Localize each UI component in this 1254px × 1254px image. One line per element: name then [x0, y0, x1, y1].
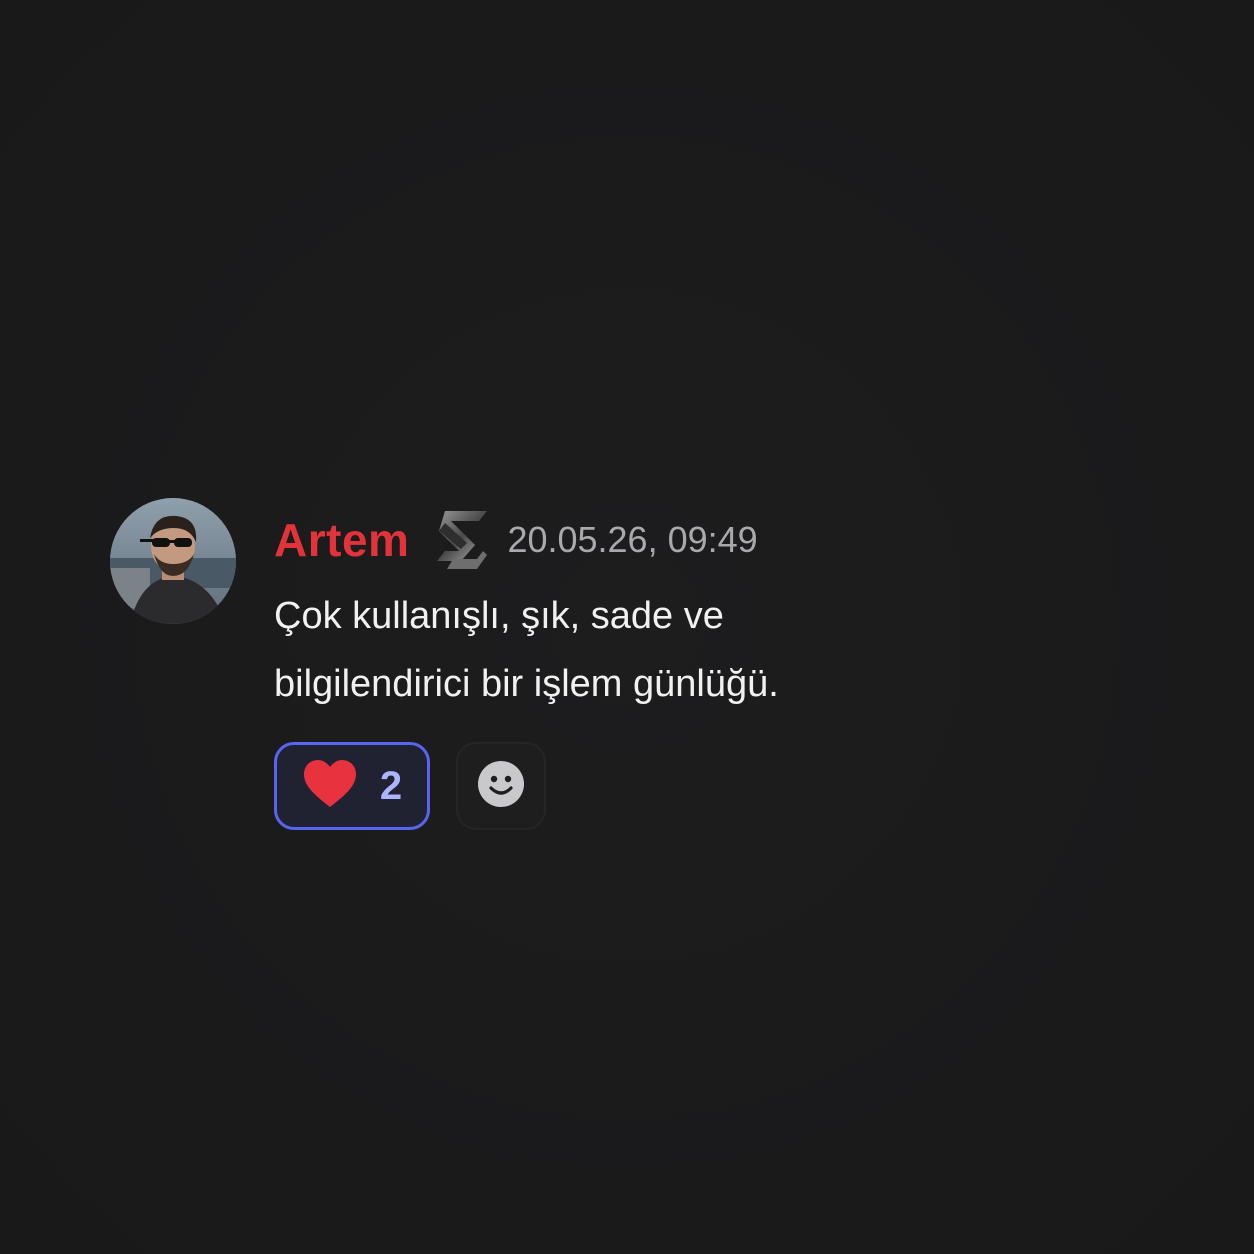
s-logo-icon[interactable]	[433, 509, 489, 571]
message-body-line: Çok kullanışlı, şık, sade ve	[274, 595, 724, 637]
heart-icon	[302, 759, 358, 814]
chat-canvas: Artem 20.05.26, 09:49 Çok kullanışlı, şı…	[0, 0, 1254, 1254]
avatar[interactable]	[110, 498, 236, 624]
reaction-count: 2	[379, 764, 403, 808]
message-header: Artem 20.05.26, 09:49	[274, 498, 994, 582]
reactions-bar: 2	[274, 742, 994, 830]
author-name[interactable]: Artem	[274, 517, 409, 563]
smiley-face-icon	[477, 760, 525, 813]
message-timestamp: 20.05.26, 09:49	[507, 519, 758, 560]
message-content: Artem 20.05.26, 09:49 Çok kullanışlı, şı…	[274, 498, 994, 830]
message-body: Çok kullanışlı, şık, sade ve bilgilendir…	[274, 582, 914, 718]
message-body-line: bilgilendirici bir işlem günlüğü.	[274, 663, 779, 705]
add-reaction-button[interactable]	[456, 742, 546, 830]
heart-reaction-button[interactable]: 2	[274, 742, 430, 830]
